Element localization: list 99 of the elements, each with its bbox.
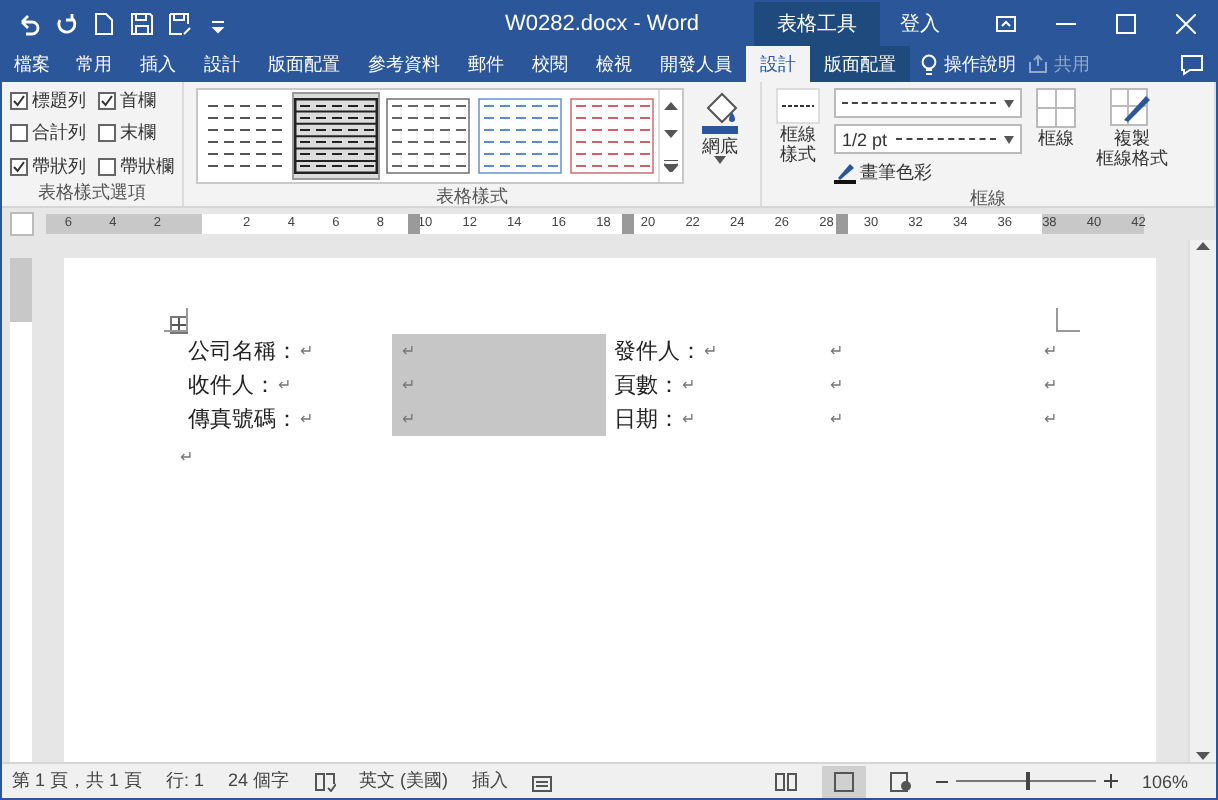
insert-mode[interactable]: 插入 [472,768,509,794]
pen-color-button[interactable]: 畫筆色彩 [834,160,1022,186]
brush-grid-icon [1110,88,1154,128]
table-cell: ↵ [392,368,606,402]
scroll-down-icon[interactable] [1196,752,1210,762]
lightbulb-icon [920,53,938,75]
scroll-up-icon[interactable] [664,100,678,110]
table-cell-text: 傳真號碼：↵ [186,406,316,436]
ribbon-tab[interactable]: 參考資料 [354,46,454,82]
ribbon-tab[interactable]: 版面配置 [254,46,354,82]
ribbon-tab[interactable]: 檢視 [582,46,646,82]
undo-icon[interactable] [16,12,40,36]
save-as-icon[interactable] [168,12,192,36]
table-cell-text: 收件人：↵ [186,372,294,402]
pen-icon [834,162,856,184]
line-style-dropdown[interactable] [834,88,1022,118]
group-label: 框線 [968,186,1008,212]
table-cell-text: ↵ [828,340,846,364]
checkbox[interactable]: 帶狀列 [10,153,86,180]
context-label: 表格工具 [754,2,880,46]
check-icon [100,94,114,109]
paint-bucket-icon [698,88,742,136]
zoom-out-icon[interactable] [935,775,948,787]
border-painter-button[interactable]: 複製 框線格式 [1090,88,1174,186]
ribbon-tab[interactable]: 設計 [746,46,810,82]
ribbon-tab[interactable]: 檔案 [2,46,62,82]
comment-icon[interactable] [1180,54,1204,76]
ribbon-tab[interactable]: 常用 [62,46,126,82]
vertical-scrollbar[interactable] [1188,240,1216,762]
table-style-gallery[interactable] [196,88,684,184]
borders-button[interactable]: 框線 [1030,88,1082,186]
save-icon[interactable] [130,12,154,36]
close-icon[interactable] [1176,14,1196,34]
read-mode-icon[interactable] [773,771,798,791]
shading-button[interactable]: 網底 [692,88,748,184]
checkbox[interactable]: 末欄 [98,120,174,148]
ribbon-tab[interactable]: 郵件 [454,46,518,82]
language-indicator[interactable]: 英文 (美國) [359,768,449,794]
caret-icon [1004,99,1014,107]
table-move-handle[interactable] [170,316,188,334]
ribbon-display-icon[interactable] [996,14,1016,34]
more-icon[interactable] [664,160,678,172]
redo-icon[interactable] [54,12,78,36]
table-cell-text: ↵ [1042,340,1060,364]
move-icon [172,318,186,332]
table-cell-text: ↵ [828,374,846,398]
check-icon [12,159,26,174]
line-weight-dropdown[interactable]: 1/2 pt [834,124,1022,154]
sign-in-link[interactable]: 登入 [900,10,940,38]
macro-icon[interactable] [532,771,553,791]
ribbon-tab[interactable]: 設計 [190,46,254,82]
paragraph-mark: ↵ [180,448,194,466]
maximize-icon[interactable] [1116,14,1136,34]
caret-icon [1004,135,1014,143]
table-style-option[interactable] [384,92,472,180]
tell-me-search[interactable]: 操作說明 [920,46,1016,82]
new-document-icon[interactable] [92,12,116,36]
border-styles-button[interactable]: 框線 樣式 [770,88,826,186]
table-cell: ↵ [392,334,606,368]
table-cell: ↵ [392,402,606,436]
table-cell-text: ↵ [1042,374,1060,398]
crop-mark [1056,308,1080,332]
page-count: 第 1 頁，共 1 頁 [12,768,143,794]
caret-icon [714,156,726,165]
table-cell-text: 頁數：↵ [612,372,698,402]
window-title: W0282.docx - Word [502,12,701,36]
zoom-in-icon[interactable] [1103,774,1118,788]
zoom-level[interactable]: 106% [1141,771,1188,791]
share-icon [1028,54,1048,74]
proofing-icon[interactable] [313,771,336,791]
group-label: 表格樣式 [434,184,510,210]
table-cell-text: 公司名稱：↵ [186,338,316,368]
scroll-up-icon[interactable] [1196,240,1210,250]
ribbon-tab[interactable]: 版面配置 [810,46,910,82]
table-cell-text: 日期：↵ [612,406,698,436]
web-layout-icon[interactable] [889,771,912,791]
ribbon-tab[interactable]: 插入 [126,46,190,82]
ribbon-tab[interactable]: 校閱 [518,46,582,82]
table-style-icon [478,98,562,174]
grid-icon [1036,88,1076,128]
group-label: 表格樣式選項 [36,180,148,206]
print-layout-icon[interactable] [821,765,866,797]
table-cell-text: ↵ [1042,408,1060,432]
table-cell-text: 發件人：↵ [612,338,720,368]
crop-mark [164,308,188,332]
checkbox[interactable]: 標題列 [10,88,86,115]
line-number: 行: 1 [166,768,205,794]
checkbox[interactable]: 合計列 [10,120,86,148]
word-count: 24 個字 [228,768,290,794]
table-cell-text: ↵ [828,408,846,432]
table-style-icon [386,98,470,174]
ribbon-tab[interactable]: 開發人員 [646,46,746,82]
checkbox[interactable]: 帶狀欄 [98,153,174,180]
checkbox[interactable]: 首欄 [98,88,174,115]
check-icon [12,94,26,109]
table-style-icon [570,98,654,174]
scroll-down-icon[interactable] [664,130,678,140]
table-style-option[interactable] [292,92,380,180]
table-style-icon [294,98,378,174]
